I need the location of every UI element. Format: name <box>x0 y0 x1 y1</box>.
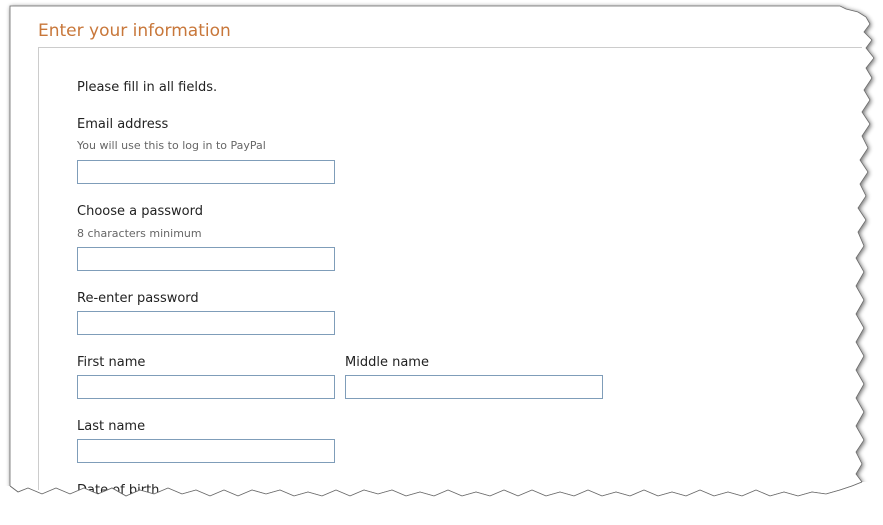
middle-name-label: Middle name <box>345 355 429 370</box>
email-hint: You will use this to log in to PayPal <box>77 139 266 152</box>
password-label: Choose a password <box>77 204 203 219</box>
middle-name-field[interactable] <box>345 375 603 399</box>
confirm-password-field[interactable] <box>77 311 335 335</box>
email-field[interactable] <box>77 160 335 184</box>
torn-edge-overlay <box>0 481 883 525</box>
last-name-label: Last name <box>77 419 146 434</box>
password-field[interactable] <box>77 247 335 271</box>
email-label: Email address <box>77 117 169 132</box>
section-title: Enter your information <box>38 21 231 41</box>
form-instructions: Please fill in all fields. <box>77 80 218 95</box>
first-name-field[interactable] <box>77 375 335 399</box>
last-name-field[interactable] <box>77 439 335 463</box>
password-hint: 8 characters minimum <box>77 227 202 240</box>
confirm-password-label: Re-enter password <box>77 291 199 306</box>
first-name-label: First name <box>77 355 146 370</box>
signup-screenshot: Enter your information Please fill in al… <box>0 0 883 525</box>
